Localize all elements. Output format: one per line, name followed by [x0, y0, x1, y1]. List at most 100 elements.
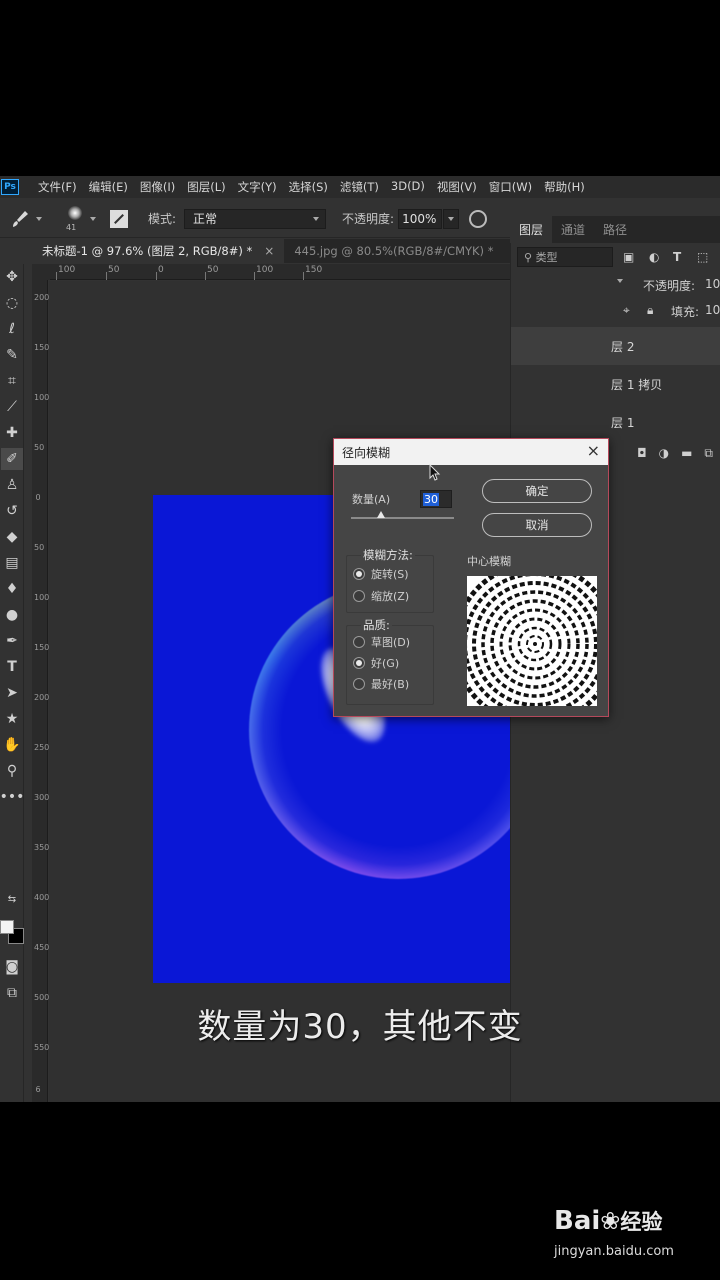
ruler-label: 100 [58, 265, 76, 275]
cancel-button[interactable]: 取消 [482, 513, 592, 537]
menu-help[interactable]: 帮助(H) [544, 179, 585, 195]
brush-icon[interactable]: ✐ [1, 448, 23, 470]
slider-thumb[interactable] [377, 511, 385, 518]
quality-draft-option[interactable]: 草图(D) [353, 634, 410, 650]
adjustment-filter-icon[interactable]: ◐ [649, 250, 659, 264]
hand-icon[interactable]: ✋ [1, 734, 23, 756]
layer-filter-select[interactable]: ⚲ 类型 [517, 247, 613, 267]
new-layer-icon[interactable]: ⧉ [704, 446, 713, 461]
menu-type[interactable]: 文字(Y) [238, 179, 277, 195]
close-icon[interactable]: × [587, 441, 600, 460]
gradient-icon[interactable]: ▤ [1, 552, 23, 574]
blur-icon[interactable]: ♦ [1, 578, 23, 600]
tab-paths[interactable]: 路径 [594, 216, 636, 243]
watermark-brand: Bai [554, 1206, 601, 1236]
move-icon[interactable]: ✥ [1, 266, 23, 288]
pressure-opacity-icon[interactable] [469, 209, 488, 228]
opacity-dropdown[interactable] [443, 208, 460, 229]
lasso-icon[interactable]: ℓ [1, 318, 23, 340]
tab-document-2[interactable]: 445.jpg @ 80.5%(RGB/8#/CMYK) * [284, 239, 503, 263]
new-group-icon[interactable]: ▬ [681, 446, 692, 460]
shape-icon[interactable]: ★ [1, 708, 23, 730]
menu-edit[interactable]: 编辑(E) [89, 179, 128, 195]
dodge-icon[interactable]: ● [1, 604, 23, 626]
menu-select[interactable]: 选择(S) [289, 179, 328, 195]
tab-document-1[interactable]: 未标题-1 @ 97.6% (图层 2, RGB/8#) * × [32, 239, 285, 263]
brush-dropdown-icon[interactable] [90, 216, 96, 221]
menu-image[interactable]: 图像(I) [140, 179, 175, 195]
radio-checked[interactable] [353, 568, 365, 580]
type-icon[interactable]: T [1, 656, 23, 678]
marquee-icon[interactable]: ◌ [1, 292, 23, 314]
tab-channels[interactable]: 通道 [552, 216, 594, 243]
radio-checked[interactable] [353, 657, 365, 669]
ruler-label: 0 [35, 493, 41, 502]
brush-settings-panel-icon[interactable] [110, 209, 128, 228]
layer-opacity-label: 不透明度: [643, 279, 696, 293]
layer-row[interactable]: 层 1 [511, 403, 720, 441]
layer-opacity-value[interactable]: 10 [705, 277, 720, 291]
ok-button[interactable]: 确定 [482, 479, 592, 503]
tool-preset-dropdown-icon[interactable] [36, 216, 42, 221]
menu-window[interactable]: 窗口(W) [489, 179, 532, 195]
quality-good-option[interactable]: 好(G) [353, 655, 399, 671]
close-icon[interactable]: × [264, 244, 274, 258]
photoshop-logo: Ps [1, 179, 19, 195]
eyedropper-icon[interactable]: ⟋ [1, 396, 23, 418]
path-select-icon[interactable]: ➤ [1, 682, 23, 704]
tab-label: 445.jpg @ 80.5%(RGB/8#/CMYK) * [294, 244, 494, 258]
ruler-label: 450 [34, 943, 50, 952]
adjustment-layer-icon[interactable]: ◑ [659, 446, 669, 460]
menu-file[interactable]: 文件(F) [38, 179, 77, 195]
eraser-icon[interactable]: ◆ [1, 526, 23, 548]
menu-layer[interactable]: 图层(L) [187, 179, 225, 195]
layer-row[interactable]: 层 2 [511, 327, 720, 365]
brush-tool-icon[interactable] [10, 209, 30, 229]
blend-mode-dropdown-icon[interactable] [617, 279, 623, 283]
quick-mask-icon[interactable]: ◙ [1, 956, 23, 978]
stamp-icon[interactable]: ♙ [1, 474, 23, 496]
ruler-tick [106, 272, 107, 280]
lock-position-icon[interactable]: ⌖ [623, 303, 630, 318]
quality-legend: 品质: [361, 617, 392, 633]
add-mask-icon[interactable]: ◘ [637, 446, 647, 460]
radio-unchecked[interactable] [353, 678, 365, 690]
tab-layers[interactable]: 图层 [510, 216, 553, 243]
fill-value[interactable]: 10 [705, 303, 720, 317]
radial-blur-dialog: 径向模糊 × 数量(A) 30 确定 取消 模糊方法: 旋转(S) 缩放(Z) … [333, 438, 609, 717]
shape-filter-icon[interactable]: ⬚ [697, 250, 708, 264]
pen-icon[interactable]: ✒ [1, 630, 23, 652]
pixel-filter-icon[interactable]: ▣ [623, 250, 634, 264]
radio-unchecked[interactable] [353, 636, 365, 648]
more-icon[interactable]: ••• [0, 786, 24, 808]
amount-slider[interactable] [351, 517, 454, 519]
healing-icon[interactable]: ✚ [1, 422, 23, 444]
dialog-title-bar[interactable]: 径向模糊 × [334, 439, 608, 465]
history-brush-icon[interactable]: ↺ [1, 500, 23, 522]
amount-input[interactable]: 30 [420, 490, 452, 508]
crop-icon[interactable]: ⌗ [1, 370, 23, 392]
menu-filter[interactable]: 滤镜(T) [340, 179, 379, 195]
method-zoom-option[interactable]: 缩放(Z) [353, 588, 409, 604]
ruler-label: 150 [305, 265, 323, 275]
mode-select[interactable]: 正常 [184, 208, 327, 229]
quick-select-icon[interactable]: ✎ [1, 344, 23, 366]
method-spin-option[interactable]: 旋转(S) [353, 566, 409, 582]
radio-unchecked[interactable] [353, 590, 365, 602]
menu-view[interactable]: 视图(V) [437, 179, 477, 195]
lock-icon[interactable]: 🔒︎ [647, 303, 653, 318]
dialog-title: 径向模糊 [342, 445, 391, 460]
layer-row[interactable]: 层 1 拷贝 [511, 365, 720, 403]
opacity-input[interactable]: 100% [398, 208, 443, 229]
brush-preset-picker[interactable]: 41 [62, 204, 88, 234]
menu-3d[interactable]: 3D(D) [391, 179, 425, 195]
foreground-color-swatch[interactable] [0, 920, 14, 934]
zoom-icon[interactable]: ⚲ [1, 760, 23, 782]
type-filter-icon[interactable]: T [673, 250, 681, 264]
ruler-label: 200 [34, 293, 50, 302]
blur-method-group [346, 555, 434, 613]
swap-colors-icon[interactable]: ⇆ [1, 888, 23, 910]
quality-best-option[interactable]: 最好(B) [353, 676, 409, 692]
layer-name: 层 1 拷贝 [611, 377, 663, 392]
blur-center-preview[interactable] [467, 576, 597, 706]
